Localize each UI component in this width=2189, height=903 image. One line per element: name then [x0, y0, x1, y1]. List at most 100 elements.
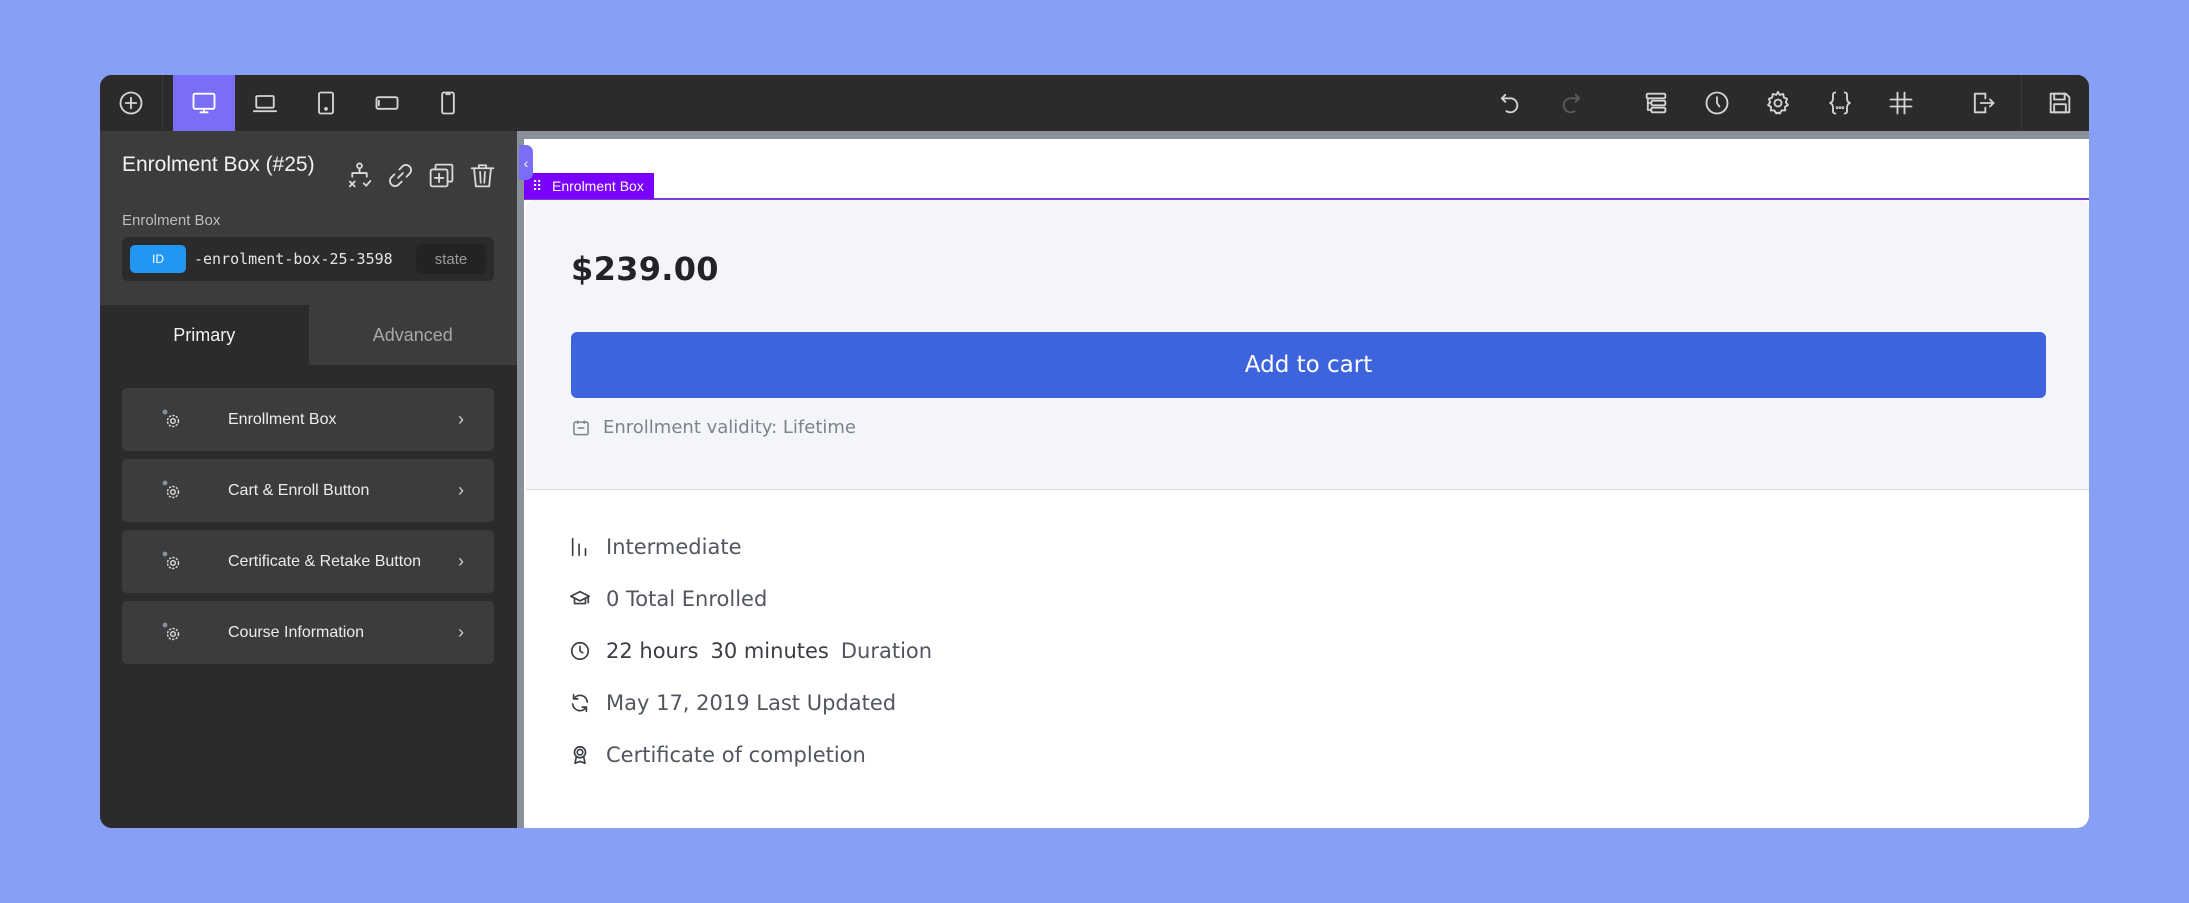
- course-price: $239.00: [571, 250, 719, 288]
- panel-tabs: Primary Advanced: [100, 305, 517, 365]
- chevron-right-icon: ›: [458, 409, 464, 429]
- enrolled-text: 0 Total Enrolled: [606, 587, 768, 611]
- desktop-icon: [192, 92, 216, 114]
- drag-handle-icon[interactable]: ⠿: [532, 179, 542, 193]
- add-element-button[interactable]: [103, 75, 159, 131]
- breakpoint-mobile-portrait-button[interactable]: [420, 75, 476, 131]
- link-button[interactable]: [386, 161, 415, 190]
- id-badge[interactable]: ID: [130, 245, 186, 273]
- group-certificate-retake-button[interactable]: Certificate & Retake Button ›: [122, 530, 494, 593]
- group-label: Course Information: [228, 624, 365, 641]
- validity-text: Enrollment validity: Lifetime: [603, 417, 857, 438]
- preview-canvas: ⠿ Enrolment Box $239.00 Add to cart Enro…: [524, 131, 2089, 828]
- duration-label: Duration: [840, 639, 933, 663]
- settings-group-icon: [160, 621, 184, 645]
- breakpoint-tablet-portrait-button[interactable]: [298, 75, 354, 131]
- structure-icon: [1645, 92, 1667, 114]
- history-button[interactable]: [1689, 75, 1745, 131]
- exit-icon: [1973, 92, 1995, 114]
- refresh-icon: [571, 693, 589, 713]
- info-certificate: Certificate of completion: [569, 729, 932, 781]
- duplicate-button[interactable]: [427, 161, 456, 190]
- css-id-input[interactable]: [194, 237, 412, 281]
- duplicate-icon: [429, 163, 454, 188]
- breakpoint-desktop-button[interactable]: [173, 75, 235, 131]
- custom-code-button[interactable]: [1812, 75, 1868, 131]
- level-bars-icon: [571, 537, 587, 557]
- conditions-button[interactable]: [345, 161, 374, 190]
- delete-button[interactable]: [468, 161, 497, 190]
- tab-advanced[interactable]: Advanced: [308, 305, 517, 365]
- toolbar-divider: [162, 75, 163, 131]
- chevron-right-icon: ›: [458, 551, 464, 571]
- chevron-right-icon: ›: [458, 480, 464, 500]
- level-text: Intermediate: [606, 535, 742, 559]
- grid-button[interactable]: [1873, 75, 1929, 131]
- toolbar-divider: [2021, 75, 2022, 131]
- redo-icon: [1562, 93, 1581, 114]
- certificate-text: Certificate of completion: [606, 743, 866, 767]
- add-element-icon: [119, 91, 143, 115]
- tablet-portrait-icon: [318, 91, 334, 115]
- tab-primary[interactable]: Primary: [100, 305, 309, 365]
- group-enrollment-box[interactable]: Enrollment Box ›: [122, 388, 494, 451]
- code-icon: [1829, 91, 1851, 115]
- graduation-cap-icon: [570, 590, 590, 605]
- clock-icon: [570, 641, 590, 661]
- info-updated: May 17, 2019 Last Updated: [569, 677, 932, 729]
- group-label: Certificate & Retake Button: [228, 553, 421, 570]
- structure-button[interactable]: [1628, 75, 1684, 131]
- conditions-icon: [348, 162, 372, 188]
- control-groups: Enrollment Box › Cart & Enroll Button › …: [122, 388, 494, 672]
- breakpoint-mobile-landscape-button[interactable]: [359, 75, 415, 131]
- panel-resize-handle[interactable]: [517, 131, 524, 828]
- group-label: Enrollment Box: [228, 411, 337, 428]
- trash-icon: [470, 164, 495, 188]
- settings-group-icon: [160, 408, 184, 432]
- element-actions: [345, 161, 497, 190]
- redo-button[interactable]: [1543, 75, 1599, 131]
- chevron-right-icon: ›: [458, 622, 464, 642]
- selected-element-name: Enrolment Box: [552, 178, 644, 194]
- collapse-panel-button[interactable]: ‹: [519, 145, 533, 180]
- certificate-icon: [573, 745, 587, 765]
- settings-group-icon: [160, 479, 184, 503]
- add-to-cart-button[interactable]: Add to cart: [571, 332, 2046, 398]
- settings-button[interactable]: [1750, 75, 1806, 131]
- state-button[interactable]: state: [416, 244, 486, 274]
- course-info-list: Intermediate 0 Total Enrolled 22 hours 3…: [569, 521, 932, 781]
- duration-hours: 22 hours: [606, 639, 699, 663]
- link-icon: [389, 164, 412, 187]
- updated-text: May 17, 2019 Last Updated: [606, 691, 897, 715]
- duration-minutes: 30 minutes: [710, 639, 829, 663]
- breakpoint-laptop-button[interactable]: [237, 75, 293, 131]
- undo-icon: [1500, 93, 1519, 114]
- canvas-top-bar: [524, 131, 2089, 139]
- info-enrolled: 0 Total Enrolled: [569, 573, 932, 625]
- info-level: Intermediate: [569, 521, 932, 573]
- save-icon: [2049, 92, 2071, 114]
- save-button[interactable]: [2032, 75, 2088, 131]
- enrolment-box[interactable]: $239.00 Add to cart Enrollment validity:…: [526, 200, 2089, 490]
- grid-icon: [1889, 91, 1913, 115]
- css-id-field: ID state: [122, 237, 494, 281]
- calendar-icon: [573, 420, 589, 435]
- settings-icon: [1767, 90, 1789, 115]
- exit-button[interactable]: [1955, 75, 2011, 131]
- group-cart-enroll-button[interactable]: Cart & Enroll Button ›: [122, 459, 494, 522]
- undo-button[interactable]: [1482, 75, 1538, 131]
- laptop-icon: [252, 95, 278, 113]
- element-type: Enrolment Box: [122, 212, 221, 229]
- group-course-information[interactable]: Course Information ›: [122, 601, 494, 664]
- selected-element-label[interactable]: ⠿ Enrolment Box: [524, 173, 654, 199]
- info-duration: 22 hours 30 minutes Duration: [569, 625, 932, 677]
- enrollment-validity: Enrollment validity: Lifetime: [571, 417, 856, 438]
- history-icon: [1705, 91, 1729, 115]
- builder-window: Enrolment Box (#25) Enrolment Box ID -en…: [100, 75, 2089, 828]
- mobile-portrait-icon: [441, 91, 455, 115]
- panel-header: Enrolment Box (#25) Enrolment Box ID -en…: [100, 131, 517, 305]
- group-label: Cart & Enroll Button: [228, 482, 370, 499]
- top-toolbar: [100, 75, 2089, 131]
- element-title: Enrolment Box (#25): [122, 153, 315, 176]
- settings-group-icon: [160, 550, 184, 574]
